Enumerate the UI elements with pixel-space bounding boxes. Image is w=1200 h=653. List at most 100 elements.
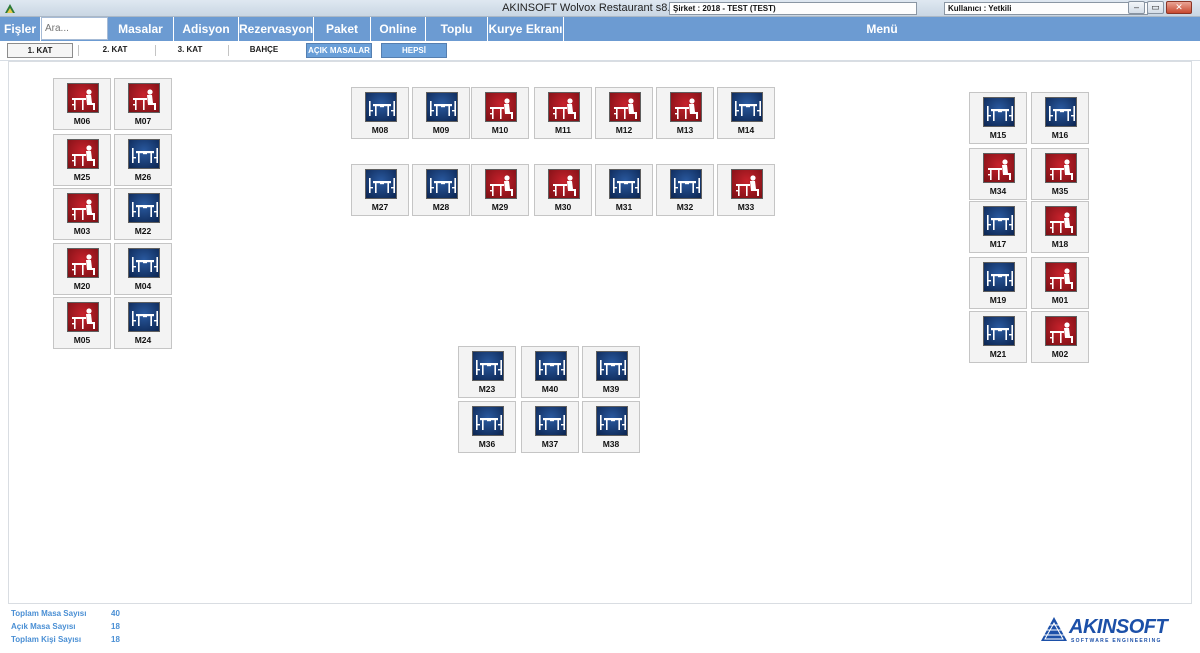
table-label: M24 [134,335,152,345]
tab-hepsi[interactable]: HEPSİ [381,43,447,58]
online-button[interactable]: Online [371,17,426,41]
table-m38[interactable]: M38 [582,401,640,453]
table-label: M23 [478,384,496,394]
empty-table-icon [609,169,641,199]
table-label: M36 [478,439,496,449]
kurye-ekrani-button[interactable]: Kurye Ekranı [488,17,564,41]
table-m24[interactable]: M24 [114,297,172,349]
table-label: M09 [432,125,450,135]
table-m06[interactable]: M06 [53,78,111,130]
close-icon[interactable]: ✕ [1166,1,1192,14]
table-m28[interactable]: M28 [412,164,470,216]
table-m21[interactable]: M21 [969,311,1027,363]
masalar-button[interactable]: Masalar [108,17,174,41]
empty-table-icon [596,351,628,381]
tab-acik-masalar[interactable]: AÇIK MASALAR [306,43,372,58]
table-m22[interactable]: M22 [114,188,172,240]
table-m10[interactable]: M10 [471,87,529,139]
table-m08[interactable]: M08 [351,87,409,139]
toplu-satis-button[interactable]: Toplu Satış [426,17,488,60]
table-m13[interactable]: M13 [656,87,714,139]
table-m35[interactable]: M35 [1031,148,1089,200]
empty-table-icon [1045,97,1077,127]
table-label: M20 [73,281,91,291]
table-label: M35 [1051,186,1069,196]
table-m26[interactable]: M26 [114,134,172,186]
table-m40[interactable]: M40 [521,346,579,398]
occupied-table-icon [983,153,1015,183]
logo-name: AKINSOFT [1069,616,1168,638]
table-m34[interactable]: M34 [969,148,1027,200]
fisler-button[interactable]: Fişler [0,17,41,41]
empty-table-icon [472,406,504,436]
occupied-table-icon [1045,153,1077,183]
rezervasyon-button[interactable]: Rezervasyon [239,17,314,41]
table-label: M16 [1051,130,1069,140]
table-label: M28 [432,202,450,212]
table-label: M02 [1051,349,1069,359]
table-label: M04 [134,281,152,291]
table-m19[interactable]: M19 [969,257,1027,309]
user-field: Kullanıcı : Yetkili [944,2,1148,15]
table-label: M26 [134,172,152,182]
table-m01[interactable]: M01 [1031,257,1089,309]
toplam-kisi-value: 18 [111,635,120,644]
table-m20[interactable]: M20 [53,243,111,295]
empty-table-icon [731,92,763,122]
table-m30[interactable]: M30 [534,164,592,216]
occupied-table-icon [67,248,99,278]
table-m14[interactable]: M14 [717,87,775,139]
adisyon-button[interactable]: Adisyon [174,17,239,41]
occupied-table-icon [670,92,702,122]
table-m23[interactable]: M23 [458,346,516,398]
table-m09[interactable]: M09 [412,87,470,139]
table-m27[interactable]: M27 [351,164,409,216]
search-input[interactable] [41,17,108,40]
empty-table-icon [128,248,160,278]
toplam-masa-stat: Toplam Masa Sayısı 40 [11,609,120,618]
table-m15[interactable]: M15 [969,92,1027,144]
table-m17[interactable]: M17 [969,201,1027,253]
menu-bar: Fişler Masalar Adisyon Rezervasyon Paket… [0,17,1200,60]
table-label: M07 [134,116,152,126]
table-m07[interactable]: M07 [114,78,172,130]
table-m16[interactable]: M16 [1031,92,1089,144]
empty-table-icon [128,139,160,169]
tab-kat-3[interactable]: 3. KAT [157,43,223,58]
tab-bahce[interactable]: BAHÇE [230,43,298,58]
table-m11[interactable]: M11 [534,87,592,139]
table-m04[interactable]: M04 [114,243,172,295]
tab-kat-2[interactable]: 2. KAT [80,43,150,58]
table-label: M29 [491,202,509,212]
table-label: M39 [602,384,620,394]
table-m29[interactable]: M29 [471,164,529,216]
table-m03[interactable]: M03 [53,188,111,240]
table-label: M05 [73,335,91,345]
table-m32[interactable]: M32 [656,164,714,216]
paket-button[interactable]: Paket [314,17,371,41]
table-m05[interactable]: M05 [53,297,111,349]
minimize-icon[interactable]: – [1128,1,1145,14]
tab-kat-1[interactable]: 1. KAT [7,43,73,58]
table-label: M27 [371,202,389,212]
table-label: M13 [676,125,694,135]
table-m25[interactable]: M25 [53,134,111,186]
table-m39[interactable]: M39 [582,346,640,398]
empty-table-icon [472,351,504,381]
table-label: M33 [737,202,755,212]
table-label: M25 [73,172,91,182]
table-m36[interactable]: M36 [458,401,516,453]
empty-table-icon [983,316,1015,346]
menu-button[interactable]: Menü [564,17,1200,41]
table-m12[interactable]: M12 [595,87,653,139]
restore-icon[interactable]: ▭ [1147,1,1164,14]
table-m33[interactable]: M33 [717,164,775,216]
empty-table-icon [535,406,567,436]
toplam-kisi-label: Toplam Kişi Sayısı [11,635,82,644]
table-m18[interactable]: M18 [1031,201,1089,253]
table-label: M21 [989,349,1007,359]
table-m31[interactable]: M31 [595,164,653,216]
occupied-table-icon [548,169,580,199]
table-m02[interactable]: M02 [1031,311,1089,363]
table-m37[interactable]: M37 [521,401,579,453]
